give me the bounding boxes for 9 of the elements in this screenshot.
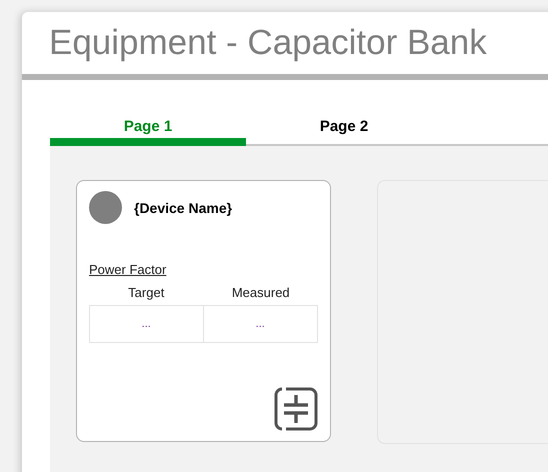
- table-cell: ...: [89, 305, 204, 343]
- device-name: {Device Name}: [134, 200, 232, 216]
- table-cell: ...: [202, 305, 318, 343]
- column-header: Target: [127, 285, 166, 302]
- power-factor-link[interactable]: Power Factor: [89, 262, 166, 277]
- column-header: Measured: [230, 285, 291, 302]
- page-tab[interactable]: Page 2: [246, 108, 442, 146]
- window-title: Equipment - Capacitor Bank: [49, 23, 487, 63]
- capacitor-icon[interactable]: [274, 387, 318, 431]
